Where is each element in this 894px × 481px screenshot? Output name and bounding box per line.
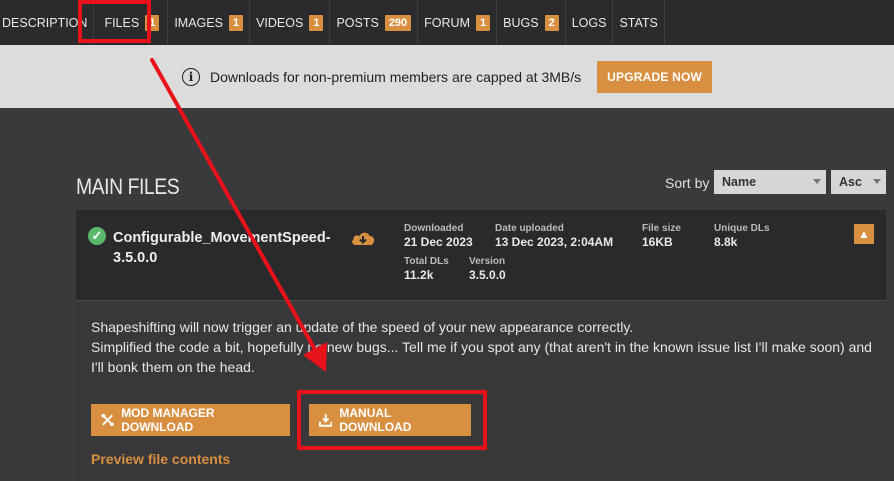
annotation-arrow xyxy=(150,58,327,372)
